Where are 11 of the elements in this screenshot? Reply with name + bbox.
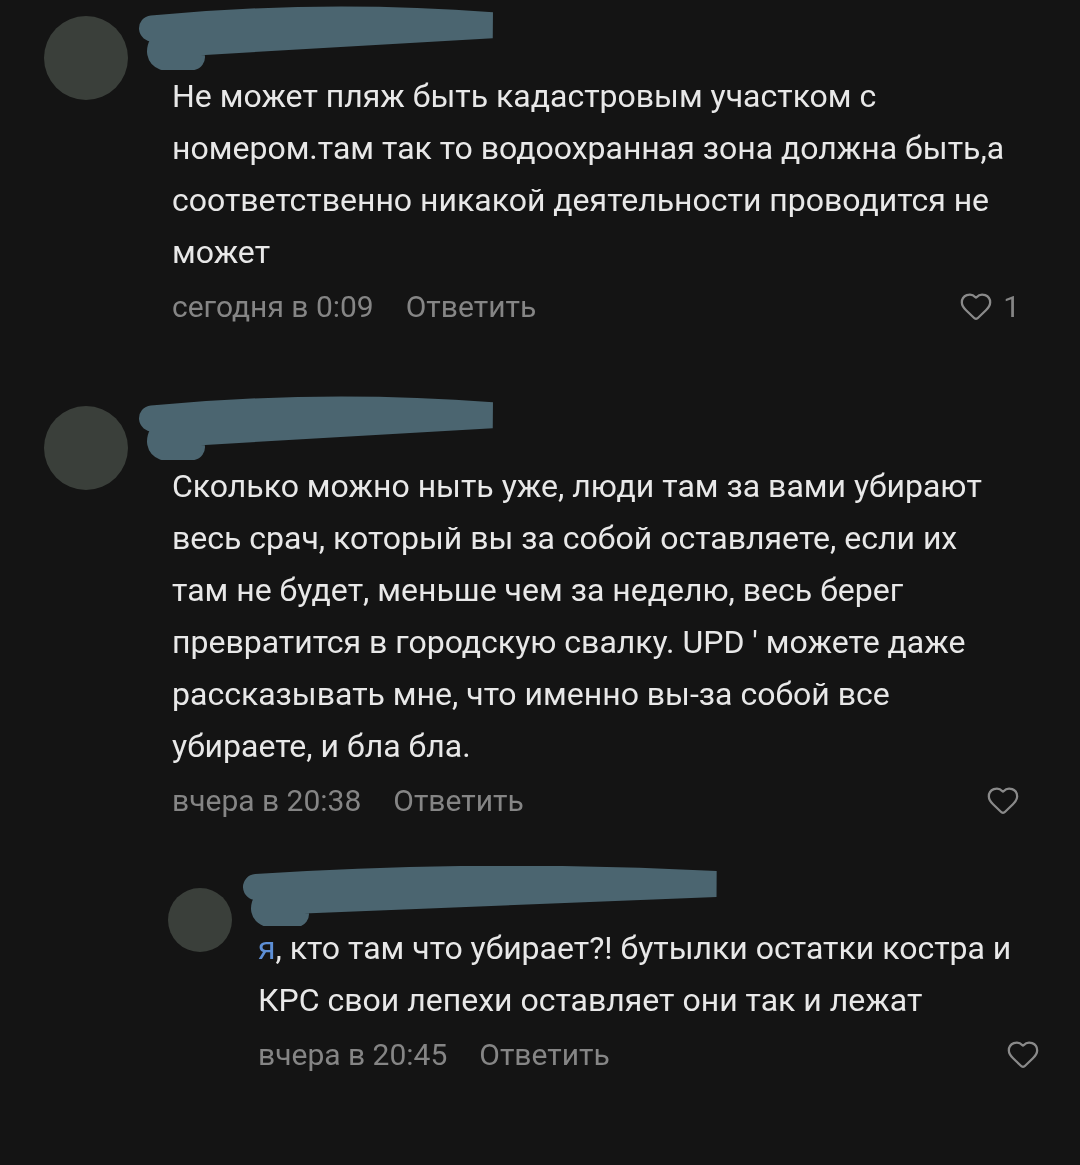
comment-text: Не может пляж быть кадастровым участком с номером.там так то водоохранная зона должна быть,а соответственно никакой деятельности проводится не может [172, 76, 1006, 273]
comment-time: вчера в 20:45 [258, 1035, 448, 1074]
comment-time: сегодня в 0:09 [172, 287, 374, 326]
mention-link[interactable]: я [258, 929, 276, 967]
reply-link[interactable]: Ответить [405, 283, 537, 329]
reply-link[interactable]: Ответить [479, 1031, 610, 1077]
reply-link[interactable]: Ответить [393, 777, 524, 823]
comment-text: я, кто там что убирает?! бутылки остатки костра и КРС свои лепехи оставляет они так и лежат [258, 928, 1013, 1021]
comment-text: Сколько можно ныть уже, люди там за вами убирают весь срач, который вы за собой оставляете, если их там не будет, меньше чем за неделю, весь берег превратится в городскую свалку. UPD ' можете даже рассказывать мне, что именно вы-за собой все убираете, и бла бла. [172, 466, 983, 767]
like-count: 1 [1003, 287, 1020, 326]
comment-time: вчера в 20:38 [172, 781, 362, 820]
